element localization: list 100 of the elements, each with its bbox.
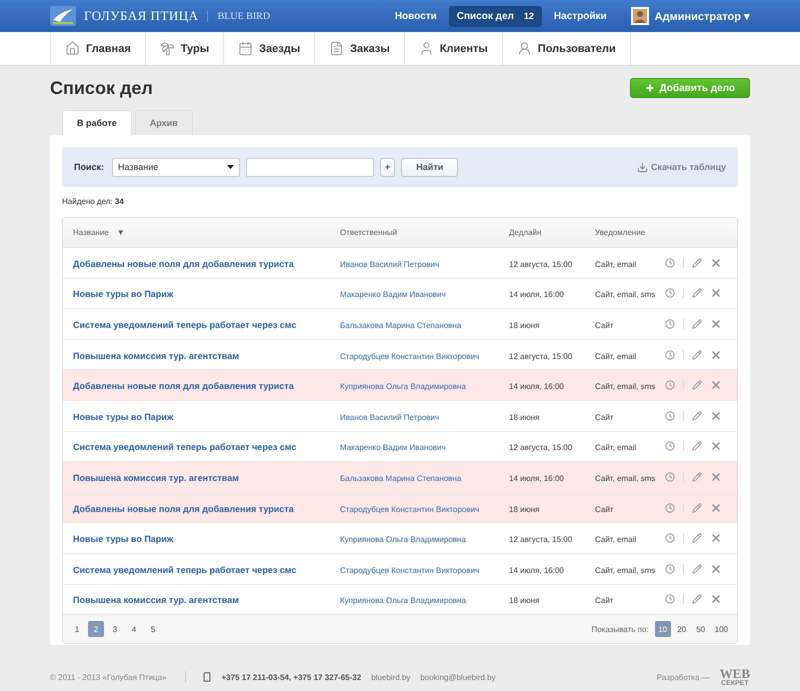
owner-link[interactable]: Иванов Василий Петрович <box>340 260 440 269</box>
search-field[interactable] <box>246 158 374 176</box>
owner-link[interactable]: Макаренко Вадим Иванович <box>340 443 446 452</box>
task-link[interactable]: Повышена комиссия тур. агентствам <box>73 472 239 483</box>
page-link[interactable]: 3 <box>107 621 123 638</box>
nav-item[interactable]: Клиенты <box>404 32 502 65</box>
edit-icon[interactable] <box>692 288 702 298</box>
close-icon[interactable] <box>710 440 722 452</box>
close-icon[interactable] <box>710 410 722 422</box>
find-button[interactable]: Найти <box>401 158 458 176</box>
close-icon[interactable] <box>710 379 722 392</box>
close-icon[interactable] <box>710 593 722 606</box>
owner-link[interactable]: Макаренко Вадим Иванович <box>340 290 446 300</box>
per-page-option[interactable]: 10 <box>654 621 671 638</box>
clock-icon[interactable] <box>665 472 675 482</box>
home-icon <box>65 41 80 56</box>
nav-item[interactable]: Туры <box>144 32 224 65</box>
logo-subtext: BLUE BIRD <box>206 10 270 22</box>
close-icon[interactable] <box>710 348 722 361</box>
clock-icon[interactable] <box>665 533 675 544</box>
top-link[interactable]: Новости <box>386 6 445 26</box>
per-page-option[interactable]: 100 <box>712 621 731 638</box>
email-link[interactable]: booking@bluebird.by <box>420 672 496 682</box>
owner-link[interactable]: Куприянова Ольга Владимировна <box>340 382 466 392</box>
owner-link[interactable]: Бальзакова Марина Степановна <box>340 474 462 483</box>
logo-text: ГОЛУБАЯ ПТИЦА <box>84 8 199 24</box>
notify-cell: Сайт <box>595 412 614 422</box>
edit-icon[interactable] <box>692 410 702 421</box>
owner-link[interactable]: Куприянова Ольга Владимировна <box>340 535 466 544</box>
task-link[interactable]: Новые туры во Париж <box>73 412 174 422</box>
close-icon[interactable] <box>710 532 722 544</box>
per-page-option[interactable]: 50 <box>692 621 709 638</box>
task-link[interactable]: Новые туры во Париж <box>73 289 174 300</box>
nav-item[interactable]: Заказы <box>314 32 404 65</box>
owner-link[interactable]: Иванов Василий Петрович <box>340 412 440 422</box>
tab[interactable]: В работе <box>62 110 132 135</box>
close-icon[interactable] <box>710 562 722 575</box>
clock-icon[interactable] <box>665 318 675 329</box>
task-link[interactable]: Система уведомлений теперь работает через смс <box>73 442 296 452</box>
download-link[interactable]: Скачать таблицу <box>637 162 726 172</box>
page-link[interactable]: 5 <box>145 621 161 638</box>
task-link[interactable]: Добавлены новые поля для добавления туриста <box>73 504 294 514</box>
page-link[interactable]: 2 <box>88 621 104 638</box>
clock-icon[interactable] <box>665 502 675 513</box>
close-icon[interactable] <box>710 502 722 514</box>
page-link[interactable]: 4 <box>126 621 142 638</box>
clock-icon[interactable] <box>665 594 675 604</box>
task-link[interactable]: Новые туры во Париж <box>73 534 174 544</box>
field-dropdown[interactable]: Название <box>112 158 240 176</box>
clock-icon[interactable] <box>665 564 675 574</box>
page-link[interactable]: 1 <box>69 621 85 638</box>
edit-icon[interactable] <box>692 594 702 604</box>
edit-icon[interactable] <box>692 533 702 544</box>
tab[interactable]: Архив <box>134 110 193 135</box>
owner-link[interactable]: Стародубцев Константин Викторович <box>340 566 480 575</box>
close-icon[interactable] <box>710 256 722 269</box>
owner-link[interactable]: Бальзакова Марина Степановна <box>340 320 462 330</box>
task-link[interactable]: Система уведомлений теперь работает через смс <box>73 320 296 330</box>
add-filter-button[interactable]: + <box>380 158 396 176</box>
edit-icon[interactable] <box>692 380 702 390</box>
top-link[interactable]: Настройки <box>546 6 615 26</box>
task-link[interactable]: Повышена комиссия тур. агентствам <box>73 595 239 606</box>
clock-icon[interactable] <box>665 350 675 360</box>
task-link[interactable]: Добавлены новые поля для добавления туриста <box>73 258 294 269</box>
owner-link[interactable]: Стародубцев Константин Викторович <box>340 504 480 514</box>
deadline-cell: 18 июня <box>509 320 540 330</box>
user-menu[interactable]: Администратор ▾ <box>654 10 750 22</box>
person-icon <box>516 41 532 56</box>
column-header[interactable]: Название <box>73 228 109 237</box>
close-icon[interactable] <box>710 318 722 330</box>
clock-icon[interactable] <box>665 410 675 421</box>
task-link[interactable]: Добавлены новые поля для добавления туриста <box>73 381 294 392</box>
owner-link[interactable]: Куприянова Ольга Владимировна <box>340 596 466 606</box>
edit-icon[interactable] <box>692 350 702 360</box>
nav-item[interactable]: Пользователи <box>502 32 631 65</box>
edit-icon[interactable] <box>692 258 702 268</box>
clock-icon[interactable] <box>665 258 675 268</box>
edit-icon[interactable] <box>692 441 702 452</box>
nav-item[interactable]: Главная <box>50 32 145 65</box>
task-link[interactable]: Повышена комиссия тур. агентствам <box>73 350 239 361</box>
clock-icon[interactable] <box>665 288 675 298</box>
clock-icon[interactable] <box>665 441 675 452</box>
edit-icon[interactable] <box>692 472 702 482</box>
top-link[interactable]: Список дел 12 <box>448 6 542 26</box>
edit-icon[interactable] <box>692 502 702 513</box>
edit-icon[interactable] <box>692 318 702 329</box>
calendar-icon <box>238 41 254 56</box>
close-icon[interactable] <box>710 287 722 300</box>
nav-item[interactable]: Заезды <box>223 32 314 65</box>
per-page-option[interactable]: 20 <box>674 621 690 638</box>
owner-link[interactable]: Стародубцев Константин Викторович <box>340 352 480 361</box>
download-icon <box>637 162 648 172</box>
palm-tree-icon <box>160 41 175 56</box>
close-icon[interactable] <box>710 470 722 483</box>
clock-icon[interactable] <box>665 380 675 390</box>
site-link[interactable]: bluebird.by <box>371 672 410 682</box>
task-link[interactable]: Система уведомлений теперь работает через смс <box>73 564 296 575</box>
phone-numbers: +375 17 211-03-54, +375 17 327-65-32 <box>222 672 362 682</box>
edit-icon[interactable] <box>692 564 702 574</box>
notify-cell: Сайт, email, sms <box>595 290 656 300</box>
